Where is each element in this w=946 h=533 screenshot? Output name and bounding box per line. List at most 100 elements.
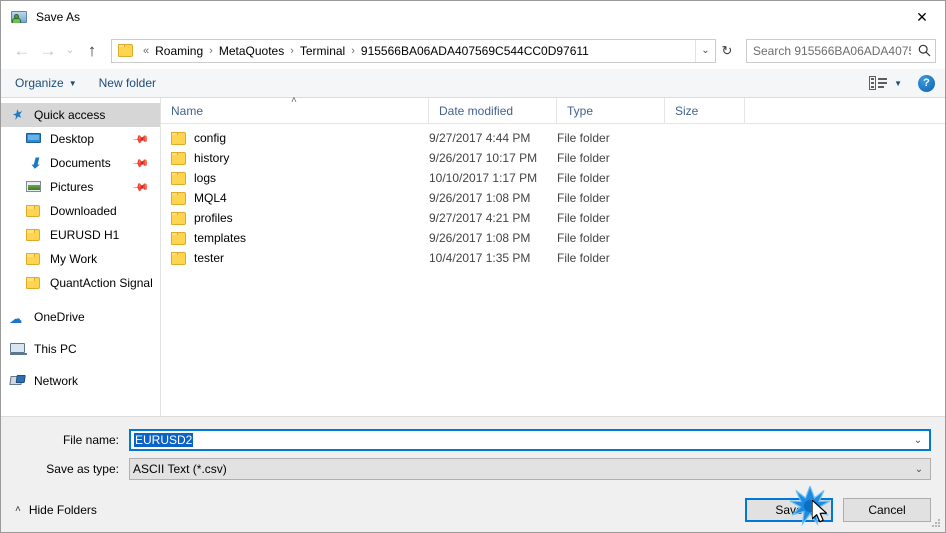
help-icon[interactable]: ?	[918, 74, 935, 92]
sidebar-item-pictures[interactable]: Pictures 📌	[1, 175, 160, 199]
file-name-value: EURUSD2	[134, 433, 194, 447]
file-name: tester	[194, 251, 225, 265]
column-label: Size	[675, 103, 699, 118]
pin-icon[interactable]: 📌	[132, 154, 151, 172]
new-folder-button[interactable]: New folder	[99, 76, 156, 90]
file-name: config	[194, 131, 227, 145]
column-headers: Name ˄ Date modified Type Size	[161, 95, 945, 124]
close-icon[interactable]: ✕	[899, 1, 945, 32]
search-input[interactable]	[747, 42, 913, 59]
file-name-value-wrap: EURUSD2	[131, 433, 907, 447]
table-row[interactable]: MQL4 9/26/2017 1:08 PM File folder	[161, 188, 945, 208]
picture-icon	[25, 179, 43, 195]
forward-button[interactable]: →	[35, 38, 61, 64]
sidebar-item-documents[interactable]: ⬇ Documents 📌	[1, 151, 160, 175]
breadcrumb-separator: ›	[290, 44, 294, 57]
chevron-down-icon: ▼	[68, 78, 77, 88]
hide-folders-button[interactable]: ˄ Hide Folders	[15, 503, 97, 517]
sidebar-item-my-work[interactable]: My Work	[1, 247, 160, 271]
breadcrumb-item-terminal-id[interactable]: 915566BA06ADA407569C544CC0D97611	[360, 44, 590, 58]
chevron-down-icon[interactable]: ▼	[894, 79, 902, 88]
breadcrumb-separator: ›	[209, 44, 213, 57]
sidebar-item-downloaded[interactable]: Downloaded	[1, 199, 160, 223]
table-row[interactable]: tester 10/4/2017 1:35 PM File folder	[161, 248, 945, 268]
file-name-label: File name:	[62, 433, 119, 447]
organize-button[interactable]: Organize ▼	[15, 76, 77, 90]
sidebar-item-desktop[interactable]: Desktop 📌	[1, 127, 160, 151]
save-as-type-label: Save as type:	[46, 462, 119, 476]
chevron-down-icon[interactable]: ⌄	[695, 39, 715, 62]
file-name: MQL4	[194, 191, 227, 205]
refresh-icon[interactable]: ↻	[716, 40, 738, 62]
save-as-icon	[11, 9, 27, 25]
save-as-type-select[interactable]: ASCII Text (*.csv) ⌄	[129, 458, 931, 480]
table-row[interactable]: templates 9/26/2017 1:08 PM File folder	[161, 228, 945, 248]
pin-icon[interactable]: 📌	[132, 178, 151, 196]
sidebar-item-quick-access[interactable]: ★ Quick access	[1, 103, 160, 127]
column-header-size[interactable]: Size	[665, 97, 745, 124]
command-bar: Organize ▼ New folder ▼ ?	[1, 69, 945, 98]
breadcrumb-item-roaming[interactable]: Roaming	[154, 44, 204, 58]
table-row[interactable]: history 9/26/2017 10:17 PM File folder	[161, 148, 945, 168]
up-button[interactable]: ↑	[79, 38, 105, 64]
save-as-dialog: Save As ✕ ← → ⌄ ↑ « Roaming › MetaQuotes…	[0, 0, 946, 533]
file-name-cell: history	[161, 151, 429, 165]
folder-icon	[171, 231, 186, 245]
file-date: 9/27/2017 4:21 PM	[429, 211, 531, 225]
hide-folders-label: Hide Folders	[28, 502, 97, 517]
folder-icon	[25, 227, 43, 243]
save-form: File name: EURUSD2 ⌄ Save as type: ASCII…	[1, 416, 945, 487]
search-icon[interactable]	[913, 44, 935, 57]
file-type: File folder	[557, 131, 610, 145]
breadcrumb-item-metaquotes[interactable]: MetaQuotes	[218, 44, 285, 58]
chevron-up-icon: ˄	[15, 504, 21, 515]
folder-icon	[25, 275, 43, 291]
file-name: templates	[194, 231, 247, 245]
sidebar-item-label: Network	[34, 374, 79, 388]
sidebar-item-quantaction-signal[interactable]: QuantAction Signal	[1, 271, 160, 295]
address-bar[interactable]: « Roaming › MetaQuotes › Terminal › 9155…	[111, 38, 716, 63]
folder-icon	[171, 171, 186, 185]
table-row[interactable]: logs 10/10/2017 1:17 PM File folder	[161, 168, 945, 188]
file-date: 9/26/2017 1:08 PM	[429, 231, 531, 245]
navigation-pane: ★ Quick access Desktop 📌 ⬇ Documents 📌 P…	[1, 98, 161, 416]
chevron-down-icon[interactable]: ⌄	[908, 464, 930, 475]
column-header-date-modified[interactable]: Date modified	[429, 97, 557, 124]
breadcrumb-overflow[interactable]: «	[138, 45, 154, 57]
column-header-name[interactable]: Name ˄	[161, 95, 429, 124]
save-button[interactable]: Save	[745, 497, 833, 522]
sidebar-item-label: Downloaded	[50, 204, 117, 218]
sidebar-item-label: EURUSD H1	[50, 228, 120, 242]
folder-icon	[171, 131, 186, 145]
cancel-button[interactable]: Cancel	[843, 497, 931, 522]
folder-icon	[171, 251, 186, 265]
table-row[interactable]: config 9/27/2017 4:44 PM File folder	[161, 128, 945, 148]
back-button[interactable]: ←	[9, 38, 35, 64]
view-layout-icon[interactable]	[869, 76, 888, 90]
sidebar-item-network[interactable]: Network	[1, 369, 160, 393]
file-name-input[interactable]: EURUSD2 ⌄	[129, 429, 931, 451]
file-name-cell: MQL4	[161, 191, 429, 205]
folder-icon	[171, 191, 186, 205]
dialog-body: ★ Quick access Desktop 📌 ⬇ Documents 📌 P…	[1, 95, 945, 416]
column-header-type[interactable]: Type	[557, 97, 665, 124]
sidebar-item-label: OneDrive	[34, 310, 85, 324]
computer-icon	[9, 341, 27, 357]
file-date: 9/26/2017 10:17 PM	[429, 151, 538, 165]
folder-icon	[171, 151, 186, 165]
pin-icon[interactable]: 📌	[132, 130, 151, 148]
sidebar-item-this-pc[interactable]: This PC	[1, 337, 160, 361]
search-box[interactable]	[746, 38, 936, 63]
breadcrumb-item-terminal[interactable]: Terminal	[299, 44, 346, 58]
sidebar-item-onedrive[interactable]: ☁ OneDrive	[1, 305, 160, 329]
sidebar-item-label: Documents	[50, 156, 111, 170]
resize-grip[interactable]	[931, 519, 941, 529]
sidebar-item-eurusd-h1[interactable]: EURUSD H1	[1, 223, 160, 247]
recent-locations-button[interactable]: ⌄	[61, 38, 79, 64]
file-type: File folder	[557, 191, 610, 205]
table-row[interactable]: profiles 9/27/2017 4:21 PM File folder	[161, 208, 945, 228]
chevron-down-icon[interactable]: ⌄	[907, 435, 929, 446]
folder-icon	[25, 251, 43, 267]
